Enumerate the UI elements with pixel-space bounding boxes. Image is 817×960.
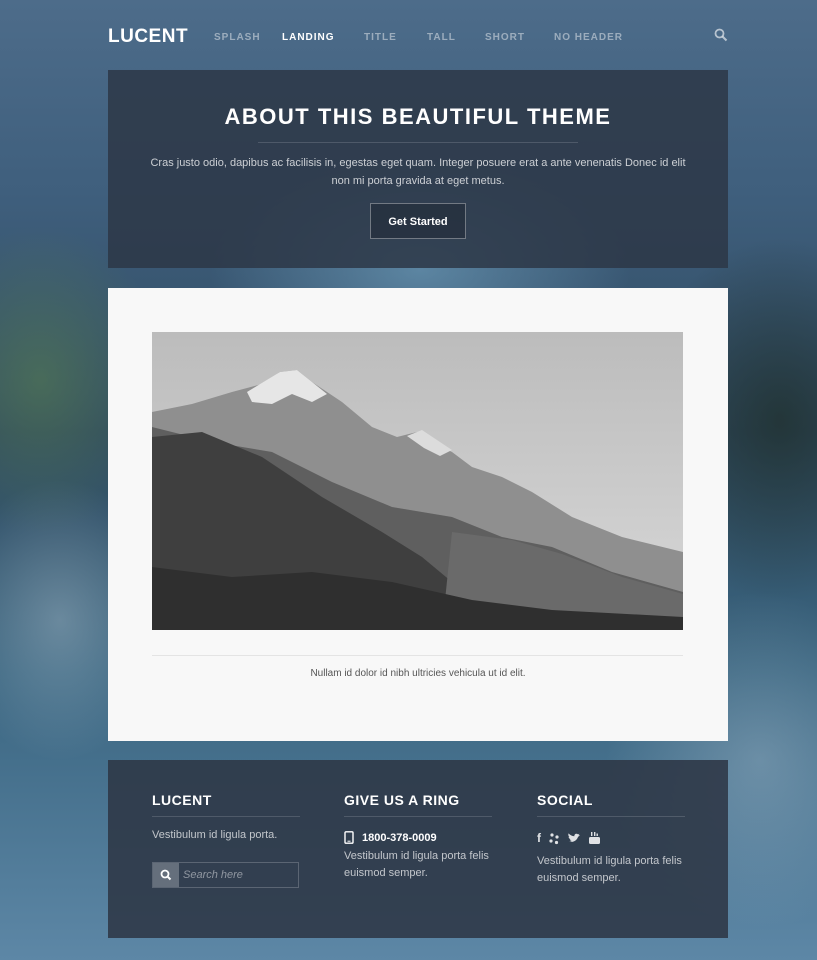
footer-divider bbox=[344, 816, 492, 817]
nav-item-landing[interactable]: LANDING bbox=[282, 32, 335, 43]
footer-ring-text: Vestibulum id ligula porta felis euismod… bbox=[344, 850, 489, 879]
footer-col-ring: GIVE US A RING 1800-378-0009 Vestibulum … bbox=[344, 792, 492, 882]
nav-item-no-header[interactable]: NO HEADER bbox=[554, 32, 623, 43]
content-panel: Nullam id dolor id nibh ultricies vehicu… bbox=[108, 288, 728, 741]
footer-divider bbox=[537, 816, 685, 817]
top-nav: LUCENT SPLASH LANDING TITLE TALL SHORT N… bbox=[108, 22, 728, 52]
footer-col-social: SOCIAL f Vestibulum id ligula porta feli… bbox=[537, 792, 685, 887]
phone-icon bbox=[344, 831, 354, 844]
footer-lucent-title: LUCENT bbox=[152, 792, 212, 808]
phone-row: 1800-378-0009 bbox=[344, 831, 492, 844]
get-started-button[interactable]: Get Started bbox=[370, 203, 466, 239]
nav-item-tall[interactable]: TALL bbox=[427, 32, 456, 43]
footer-search-box bbox=[152, 862, 299, 888]
brand-logo[interactable]: LUCENT bbox=[108, 26, 188, 48]
youtube-icon[interactable] bbox=[588, 831, 601, 845]
social-icons: f bbox=[537, 831, 685, 845]
image-caption: Nullam id dolor id nibh ultricies vehicu… bbox=[310, 668, 526, 679]
facebook-icon[interactable]: f bbox=[537, 831, 541, 845]
footer-col-lucent: LUCENT Vestibulum id ligula porta. bbox=[152, 792, 300, 888]
footer-search-button[interactable] bbox=[153, 863, 179, 887]
nav-item-splash[interactable]: SPLASH bbox=[214, 32, 261, 43]
footer-search-input[interactable] bbox=[183, 863, 293, 887]
mountain-image bbox=[152, 332, 683, 630]
footer-divider bbox=[152, 816, 300, 817]
footer-panel: LUCENT Vestibulum id ligula porta. GIVE … bbox=[108, 760, 728, 938]
yelp-icon[interactable] bbox=[548, 832, 560, 845]
content-divider bbox=[152, 655, 683, 656]
footer-ring-title: GIVE US A RING bbox=[344, 792, 460, 808]
nav-item-title[interactable]: TITLE bbox=[364, 32, 397, 43]
hero-divider bbox=[258, 142, 578, 143]
hero-text: Cras justo odio, dapibus ac facilisis in… bbox=[150, 157, 686, 187]
footer-social-title: SOCIAL bbox=[537, 792, 593, 808]
search-icon[interactable] bbox=[714, 28, 728, 42]
footer-lucent-text: Vestibulum id ligula porta. bbox=[152, 829, 278, 841]
hero-title: ABOUT THIS BEAUTIFUL THEME bbox=[224, 104, 612, 129]
footer-social-text: Vestibulum id ligula porta felis euismod… bbox=[537, 855, 682, 884]
phone-number[interactable]: 1800-378-0009 bbox=[362, 832, 437, 844]
nav-item-short[interactable]: SHORT bbox=[485, 32, 525, 43]
hero-panel: ABOUT THIS BEAUTIFUL THEME Cras justo od… bbox=[108, 70, 728, 268]
search-icon bbox=[160, 869, 172, 881]
twitter-icon[interactable] bbox=[567, 832, 581, 844]
